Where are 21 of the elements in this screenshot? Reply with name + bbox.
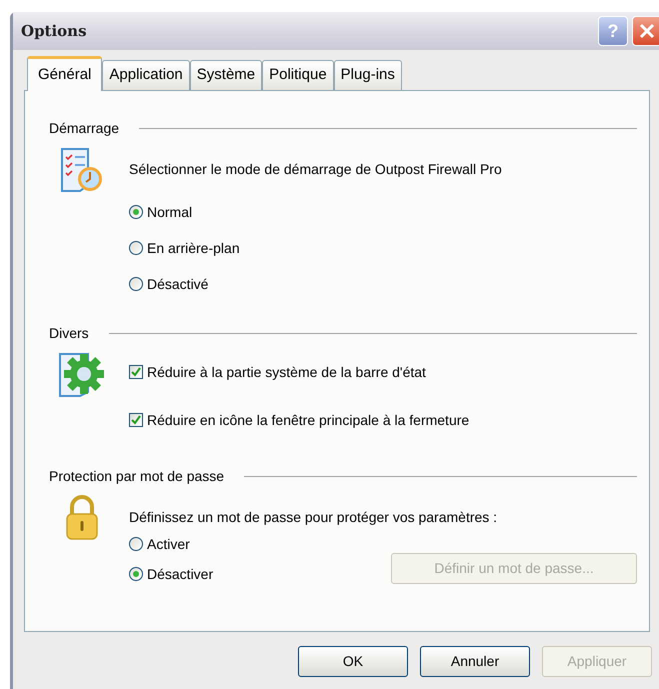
section-heading: Protection par mot de passe — [49, 466, 224, 486]
option-label: Normal — [147, 202, 192, 222]
tab[interactable]: Application — [102, 60, 190, 90]
option-label: Réduire en icône la fenêtre principale à la fermeture — [147, 410, 470, 430]
set-password-button: Définir un mot de passe... — [391, 553, 637, 584]
option-label: Réduire à la partie système de la barre d'état — [147, 362, 426, 382]
tab[interactable]: Plug-ins — [334, 60, 402, 90]
section-description: Sélectionner le mode de démarrage de Outpost Firewall Pro — [129, 160, 502, 177]
dialog-button[interactable]: OK — [298, 646, 408, 677]
dialog-button[interactable]: Annuler — [420, 646, 530, 677]
tab[interactable]: Général — [27, 56, 102, 91]
option-label: En arrière-plan — [147, 238, 240, 258]
option-label: Activer — [147, 534, 190, 554]
option-label: Désactiver — [147, 564, 214, 584]
section-description: Définissez un mot de passe pour protéger vos paramètres : — [129, 508, 498, 525]
tab[interactable]: Système — [190, 60, 262, 90]
option-label: Désactivé — [147, 274, 208, 294]
section-heading: Divers — [49, 324, 89, 342]
tab[interactable]: Politique — [262, 60, 334, 90]
section-heading: Démarrage — [49, 118, 120, 138]
window-title: Options — [21, 20, 87, 42]
